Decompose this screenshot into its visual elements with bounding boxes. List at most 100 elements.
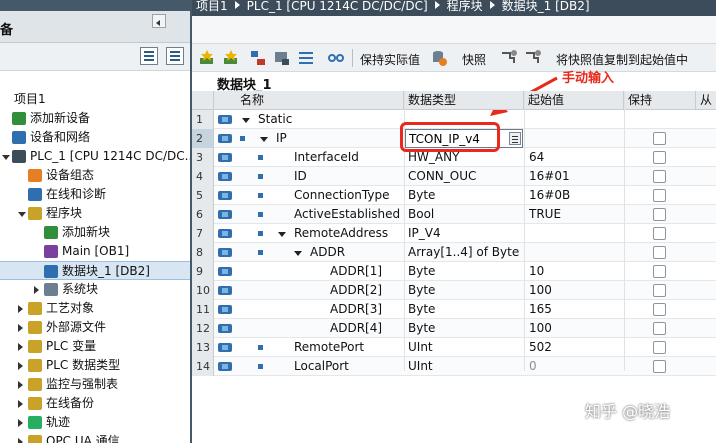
chevron-right-icon[interactable]: [18, 400, 23, 408]
member-name[interactable]: ADDR: [310, 243, 345, 262]
table-row[interactable]: 4 ID CONN_OUC 16#01: [192, 167, 716, 186]
member-name[interactable]: ADDR[1]: [330, 262, 382, 281]
chevron-right-icon[interactable]: [34, 286, 39, 294]
member-start-value[interactable]: TRUE: [529, 205, 561, 224]
retain-checkbox[interactable]: [653, 265, 666, 278]
breadcrumb-item[interactable]: PLC_1 [CPU 1214C DC/DC/DC]: [247, 0, 428, 13]
tree-item[interactable]: PLC_1 [CPU 1214C DC/DC...: [0, 147, 190, 166]
tree-item[interactable]: 外部源文件: [0, 318, 190, 337]
table-row[interactable]: 8 ADDR Array[1..4] of Byte: [192, 243, 716, 262]
row-number[interactable]: 4: [192, 167, 214, 186]
member-datatype[interactable]: Byte: [408, 319, 520, 338]
from-column-header[interactable]: 从: [696, 91, 716, 110]
retain-checkbox[interactable]: [653, 303, 666, 316]
chevron-down-icon[interactable]: [18, 212, 26, 217]
chevron-right-icon[interactable]: [18, 419, 23, 427]
retain-column-header[interactable]: 保持: [624, 91, 696, 110]
load-start-icon[interactable]: [524, 49, 542, 67]
expand-all-icon[interactable]: [249, 49, 267, 67]
retain-checkbox[interactable]: [653, 322, 666, 335]
datatype-column-header[interactable]: 数据类型: [404, 91, 524, 110]
retain-checkbox[interactable]: [653, 208, 666, 221]
tree-item[interactable]: PLC 变量: [0, 337, 190, 356]
collapse-all-icon[interactable]: [273, 49, 291, 67]
tree-item[interactable]: 设备组态: [0, 166, 190, 185]
member-datatype[interactable]: Array[1..4] of Byte: [408, 243, 520, 262]
row-number[interactable]: 10: [192, 281, 214, 300]
table-row[interactable]: 6 ActiveEstablished Bool TRUE: [192, 205, 716, 224]
table-row[interactable]: 14 LocalPort UInt 0: [192, 357, 716, 376]
row-number[interactable]: 3: [192, 148, 214, 167]
tree-item[interactable]: 数据块_1 [DB2]: [0, 261, 190, 280]
member-name[interactable]: RemotePort: [294, 338, 364, 357]
chevron-right-icon[interactable]: [18, 438, 23, 443]
name-column-header[interactable]: 名称: [214, 91, 404, 110]
member-datatype[interactable]: IP_V4: [408, 224, 520, 243]
snapshot-db-icon[interactable]: [430, 49, 448, 67]
retain-checkbox[interactable]: [653, 151, 666, 164]
tree-item[interactable]: Main [OB1]: [0, 242, 190, 261]
retain-checkbox[interactable]: [653, 132, 666, 145]
chevron-right-icon[interactable]: [18, 381, 23, 389]
member-start-value[interactable]: 100: [529, 319, 552, 338]
row-number[interactable]: 8: [192, 243, 214, 262]
row-number[interactable]: 1: [192, 110, 214, 129]
breadcrumb-item[interactable]: 项目1: [196, 0, 228, 13]
table-row[interactable]: 13 RemotePort UInt 502: [192, 338, 716, 357]
member-start-value[interactable]: 100: [529, 281, 552, 300]
row-number[interactable]: 14: [192, 357, 214, 376]
member-name[interactable]: ConnectionType: [294, 186, 389, 205]
row-number[interactable]: 7: [192, 224, 214, 243]
tree-item[interactable]: 添加新设备: [0, 109, 190, 128]
retain-checkbox[interactable]: [653, 360, 666, 373]
retain-checkbox[interactable]: [653, 246, 666, 259]
member-name[interactable]: RemoteAddress: [294, 224, 388, 243]
row-number[interactable]: 2: [192, 129, 214, 148]
member-datatype[interactable]: UInt: [408, 338, 520, 357]
tree-item[interactable]: 轨迹: [0, 413, 190, 432]
member-start-value[interactable]: 10: [529, 262, 544, 281]
member-name[interactable]: ADDR[2]: [330, 281, 382, 300]
table-row[interactable]: 7 RemoteAddress IP_V4: [192, 224, 716, 243]
tree-item[interactable]: 程序块: [0, 204, 190, 223]
details-view-icon[interactable]: [166, 47, 184, 65]
tree-item[interactable]: 在线备份: [0, 394, 190, 413]
chevron-right-icon[interactable]: [18, 305, 23, 313]
snapshot-button[interactable]: 快照: [462, 51, 486, 68]
monitor-glasses-icon[interactable]: [327, 49, 345, 67]
table-row[interactable]: 9 ADDR[1] Byte 10: [192, 262, 716, 281]
tree-item[interactable]: OPC UA 通信: [0, 432, 190, 443]
list-view-icon[interactable]: [140, 47, 158, 65]
row-number[interactable]: 9: [192, 262, 214, 281]
expand-triangle-icon[interactable]: [278, 232, 286, 237]
datatype-picker-button[interactable]: [509, 132, 521, 145]
expand-triangle-icon[interactable]: [294, 251, 302, 256]
retain-checkbox[interactable]: [653, 227, 666, 240]
member-start-value[interactable]: 502: [529, 338, 552, 357]
breadcrumb-item[interactable]: 数据块_1 [DB2]: [502, 0, 590, 13]
member-datatype[interactable]: Byte: [408, 281, 520, 300]
add-row-icon[interactable]: [222, 49, 240, 67]
tree-item[interactable]: 项目1: [0, 90, 190, 109]
row-number[interactable]: 11: [192, 300, 214, 319]
member-datatype[interactable]: Bool: [408, 205, 520, 224]
tree-item[interactable]: 工艺对象: [0, 299, 190, 318]
member-start-value[interactable]: 16#01: [529, 167, 570, 186]
member-start-value[interactable]: 165: [529, 300, 552, 319]
member-name[interactable]: ID: [294, 167, 307, 186]
member-start-value[interactable]: 16#0B: [529, 186, 570, 205]
tree-item[interactable]: 监控与强制表: [0, 375, 190, 394]
tree-item[interactable]: 设备和网络: [0, 128, 190, 147]
chevron-right-icon[interactable]: [18, 324, 23, 332]
retain-checkbox[interactable]: [653, 170, 666, 183]
chevron-down-icon[interactable]: [2, 155, 10, 160]
chevron-right-icon[interactable]: [18, 362, 23, 370]
start-value-column-header[interactable]: 起始值: [524, 91, 624, 110]
member-name[interactable]: ADDR[3]: [330, 300, 382, 319]
retain-checkbox[interactable]: [653, 341, 666, 354]
member-name[interactable]: InterfaceId: [294, 148, 359, 167]
retain-checkbox[interactable]: [653, 284, 666, 297]
member-datatype[interactable]: CONN_OUC: [408, 167, 520, 186]
member-datatype[interactable]: Byte: [408, 262, 520, 281]
chevron-right-icon[interactable]: [18, 343, 23, 351]
